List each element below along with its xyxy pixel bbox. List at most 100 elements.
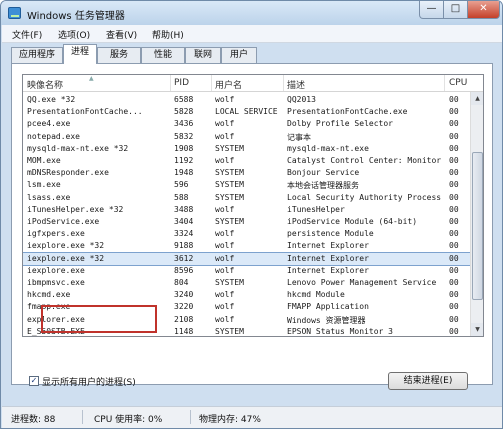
- table-row[interactable]: iPodService.exe 3404 SYSTEM iPodService Mod…: [23, 216, 471, 228]
- column-header-cpu[interactable]: CPU: [449, 78, 467, 88]
- process-name: pcee4.exe: [27, 119, 71, 129]
- scroll-up-icon[interactable]: ▲: [471, 92, 483, 105]
- process-user: wolf: [215, 290, 235, 300]
- table-row[interactable]: pcee4.exe 3436 wolf Dolby Profile Selector 0…: [23, 118, 471, 130]
- process-cpu: 00: [449, 326, 459, 336]
- process-cpu: 00: [449, 204, 459, 214]
- table-row[interactable]: notepad.exe 5832 wolf 记事本 00: [23, 131, 471, 143]
- tab-processes[interactable]: 进程: [63, 44, 97, 64]
- column-divider[interactable]: [444, 75, 445, 91]
- process-pid: 1948: [174, 168, 194, 178]
- end-process-button[interactable]: 结束进程(E): [388, 372, 468, 390]
- process-pid: 5832: [174, 131, 194, 141]
- table-row[interactable]: iexplore.exe 8596 wolf Internet Explorer 00: [23, 265, 471, 277]
- process-name: iexplore.exe *32: [27, 253, 105, 263]
- show-all-users-label[interactable]: 显示所有用户的进程(S): [42, 375, 136, 388]
- table-row[interactable]: lsm.exe 596 SYSTEM 本地会话管理器服务 00: [23, 179, 471, 191]
- table-row[interactable]: iexplore.exe *32 3612 wolf Internet Explore…: [23, 251, 472, 266]
- menu-file[interactable]: 文件(F): [12, 28, 42, 41]
- process-description: QQ2013: [287, 95, 316, 104]
- maximize-button[interactable]: □: [443, 1, 468, 19]
- table-row[interactable]: lsass.exe 588 SYSTEM Local Security Authori…: [23, 192, 471, 204]
- show-all-users-checkbox[interactable]: ✓: [29, 376, 39, 386]
- process-description: persistence Module: [287, 229, 374, 239]
- table-row[interactable]: PresentationFontCache... 5828 LOCAL SERVIC…: [23, 106, 471, 118]
- process-description: 本地会话管理器服务: [287, 181, 359, 191]
- process-list[interactable]: 映像名称 ▲ PID 用户名 描述 CPU QQ.exe *32 6588 wolf…: [22, 74, 484, 337]
- column-divider[interactable]: [283, 75, 284, 91]
- table-row[interactable]: iTunesHelper.exe *32 3488 wolf iTunesHelper…: [23, 204, 471, 216]
- process-pid: 1148: [174, 326, 194, 336]
- process-cpu: 00: [449, 253, 459, 263]
- tab-users[interactable]: 用户: [221, 47, 257, 63]
- process-pid: 804: [174, 278, 189, 287]
- vertical-scrollbar[interactable]: ▲ ▼: [470, 92, 483, 336]
- process-description: Windows 资源管理器: [287, 315, 366, 325]
- status-divider: [190, 410, 191, 424]
- table-row[interactable]: igfxpers.exe 3324 wolf persistence Module 00: [23, 228, 471, 240]
- table-row[interactable]: ibmpmsvc.exe 804 SYSTEM Lenovo Power Manage…: [23, 277, 471, 289]
- process-cpu: 00: [449, 265, 459, 275]
- process-description: Internet Explorer: [287, 265, 369, 275]
- task-manager-app-icon: [8, 7, 21, 19]
- tab-applications[interactable]: 应用程序: [11, 47, 63, 63]
- scrollbar-thumb[interactable]: [472, 152, 483, 300]
- column-header-image-name[interactable]: 映像名称: [27, 78, 63, 91]
- process-description: Internet Explorer: [287, 253, 369, 263]
- process-name: mysqld-max-nt.exe *32: [27, 143, 129, 153]
- table-row[interactable]: QQ.exe *32 6588 wolf QQ2013 00: [23, 94, 471, 106]
- process-user: SYSTEM: [215, 326, 244, 336]
- column-header-user[interactable]: 用户名: [215, 78, 242, 91]
- process-name: lsm.exe: [27, 180, 61, 190]
- process-cpu: 00: [449, 217, 459, 226]
- tab-services[interactable]: 服务: [97, 47, 141, 63]
- process-user: wolf: [215, 302, 235, 312]
- annotation-highlight-box: [41, 305, 157, 333]
- process-cpu: 00: [449, 241, 459, 251]
- process-cpu: 00: [449, 302, 459, 312]
- process-name: MOM.exe: [27, 156, 61, 165]
- process-cpu: 00: [449, 95, 459, 104]
- column-divider[interactable]: [170, 75, 171, 91]
- process-cpu: 00: [449, 156, 459, 165]
- tab-performance[interactable]: 性能: [141, 47, 185, 63]
- menu-view[interactable]: 查看(V): [106, 28, 137, 41]
- process-pid: 3436: [174, 119, 194, 129]
- status-bar: 进程数: 88 CPU 使用率: 0% 物理内存: 47%: [2, 406, 502, 428]
- process-user: SYSTEM: [215, 192, 244, 202]
- status-physical-memory: 物理内存: 47%: [199, 415, 261, 425]
- minimize-button[interactable]: —: [419, 1, 444, 19]
- status-divider: [82, 410, 83, 424]
- sort-up-icon: ▲: [89, 75, 94, 82]
- table-row[interactable]: mysqld-max-nt.exe *32 1908 SYSTEM mysqld-ma…: [23, 143, 471, 155]
- table-row[interactable]: mDNSResponder.exe 1948 SYSTEM Bonjour Servi…: [23, 167, 471, 179]
- process-name: iexplore.exe *32: [27, 241, 105, 251]
- process-description: iTunesHelper: [287, 204, 345, 214]
- table-row[interactable]: hkcmd.exe 3240 wolf hkcmd Module 00: [23, 289, 471, 301]
- process-pid: 9188: [174, 241, 194, 251]
- process-pid: 1192: [174, 156, 194, 165]
- processes-panel: 映像名称 ▲ PID 用户名 描述 CPU QQ.exe *32 6588 wolf…: [11, 63, 493, 385]
- process-description: Dolby Profile Selector: [287, 119, 393, 129]
- table-row[interactable]: MOM.exe 1192 wolf Catalyst Control Center: …: [23, 155, 471, 167]
- process-cpu: 00: [449, 131, 459, 141]
- tab-networking[interactable]: 联网: [185, 47, 221, 63]
- process-pid: 2108: [174, 314, 194, 324]
- scroll-down-icon[interactable]: ▼: [471, 323, 483, 336]
- menu-help[interactable]: 帮助(H): [152, 28, 184, 41]
- table-row[interactable]: iexplore.exe *32 9188 wolf Internet Explore…: [23, 240, 471, 252]
- process-user: LOCAL SERVICE: [215, 107, 278, 117]
- title-bar[interactable]: Windows 任务管理器 — □ ✕: [1, 1, 502, 25]
- process-user: SYSTEM: [215, 180, 244, 190]
- process-name: mDNSResponder.exe: [27, 168, 109, 178]
- process-cpu: 00: [449, 192, 459, 202]
- column-header-pid[interactable]: PID: [174, 78, 189, 88]
- column-header-description[interactable]: 描述: [287, 78, 305, 91]
- process-description: Local Security Authority Process: [287, 192, 442, 202]
- process-cpu: 00: [449, 119, 459, 129]
- process-user: wolf: [215, 156, 235, 165]
- close-button[interactable]: ✕: [467, 1, 500, 19]
- menu-options[interactable]: 选项(O): [58, 28, 90, 41]
- process-pid: 5828: [174, 107, 194, 117]
- column-divider[interactable]: [211, 75, 212, 91]
